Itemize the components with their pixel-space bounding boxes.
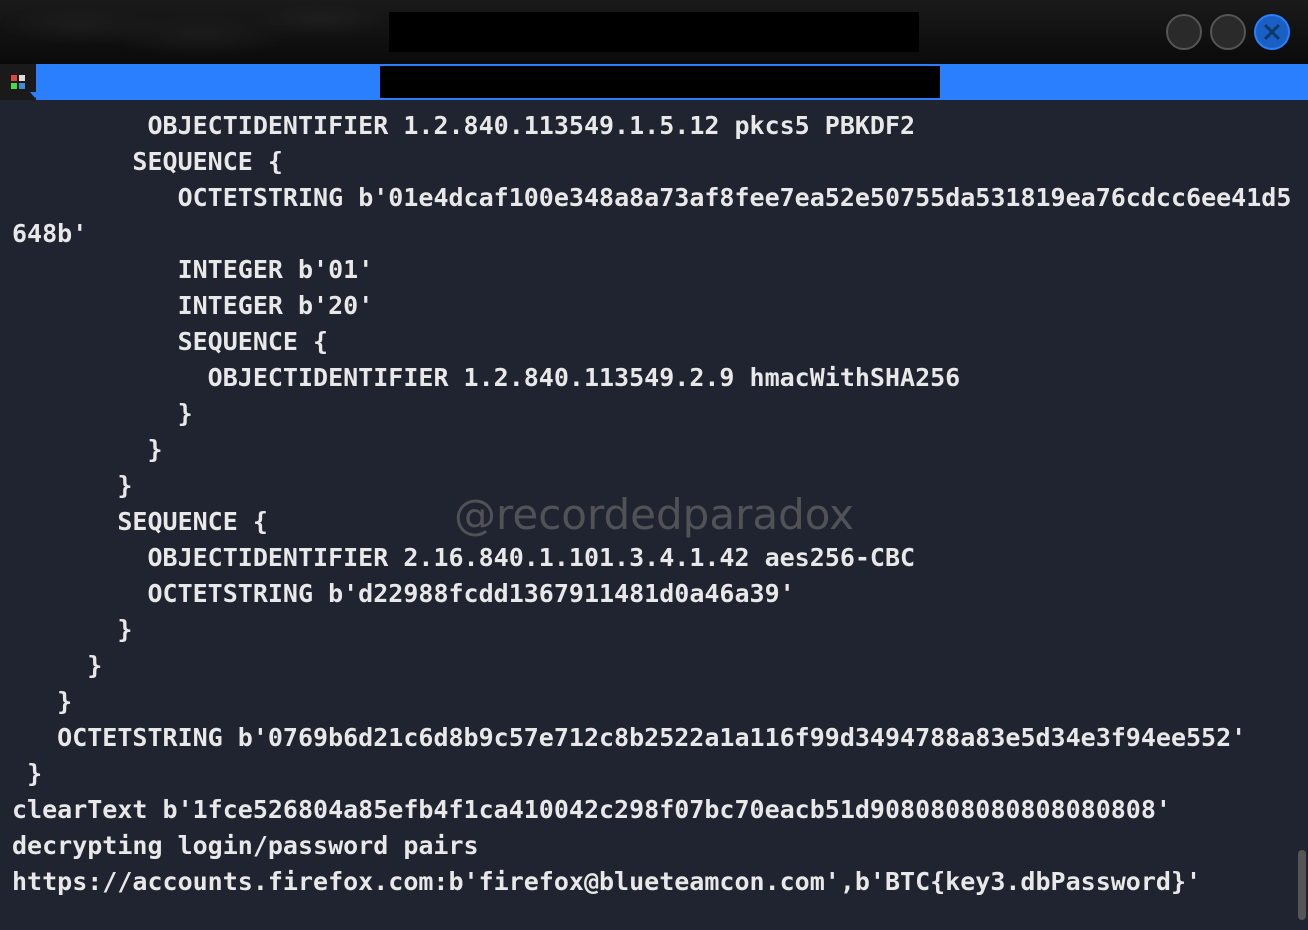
tab-dropdown-icon[interactable]	[30, 92, 40, 98]
terminal-line: OCTETSTRING b'0769b6d21c6d8b9c57e712c8b2…	[12, 723, 1246, 752]
terminal-line: decrypting login/password pairs	[12, 831, 479, 860]
terminal-line: }	[12, 651, 102, 680]
terminal-line: INTEGER b'01'	[12, 255, 373, 284]
terminal-line: OBJECTIDENTIFIER 2.16.840.1.101.3.4.1.42…	[12, 543, 915, 572]
terminal-output[interactable]: OBJECTIDENTIFIER 1.2.840.113549.1.5.12 p…	[0, 100, 1308, 930]
terminal-line: clearText b'1fce526804a85efb4f1ca410042c…	[12, 795, 1171, 824]
close-button[interactable]	[1254, 14, 1290, 50]
scrollbar-track[interactable]	[1298, 100, 1306, 930]
terminal-line: SEQUENCE {	[12, 147, 283, 176]
tab-bar	[0, 64, 1308, 100]
terminal-line: OBJECTIDENTIFIER 1.2.840.113549.1.5.12 p…	[12, 111, 915, 140]
scrollbar-thumb[interactable]	[1298, 850, 1306, 920]
terminal-line: }	[12, 759, 42, 788]
watermark: @recordedparadox	[454, 497, 854, 533]
title-redacted	[389, 12, 919, 52]
minimize-button[interactable]	[1166, 14, 1202, 50]
terminal-line: INTEGER b'20'	[12, 291, 373, 320]
kali-dragon-background	[0, 0, 400, 64]
terminal-line: https://accounts.firefox.com:b'firefox@b…	[12, 867, 1201, 896]
close-icon	[1263, 23, 1281, 41]
tab-title-redacted	[380, 66, 940, 98]
terminal-line: }	[12, 687, 72, 716]
terminal-line: OCTETSTRING b'01e4dcaf100e348a8a73af8fee…	[12, 183, 1291, 248]
terminal-window: OBJECTIDENTIFIER 1.2.840.113549.1.5.12 p…	[0, 0, 1308, 930]
title-bar[interactable]	[0, 0, 1308, 64]
terminal-line: }	[12, 615, 132, 644]
terminal-line: }	[12, 435, 163, 464]
terminal-line: OCTETSTRING b'd22988fcdd1367911481d0a46a…	[12, 579, 795, 608]
grid-icon	[11, 75, 25, 89]
terminal-line: }	[12, 471, 132, 500]
terminal-line: SEQUENCE {	[12, 507, 268, 536]
window-controls	[1166, 14, 1290, 50]
terminal-line: }	[12, 399, 193, 428]
terminal-line: SEQUENCE {	[12, 327, 328, 356]
terminal-line: OBJECTIDENTIFIER 1.2.840.113549.2.9 hmac…	[12, 363, 960, 392]
maximize-button[interactable]	[1210, 14, 1246, 50]
